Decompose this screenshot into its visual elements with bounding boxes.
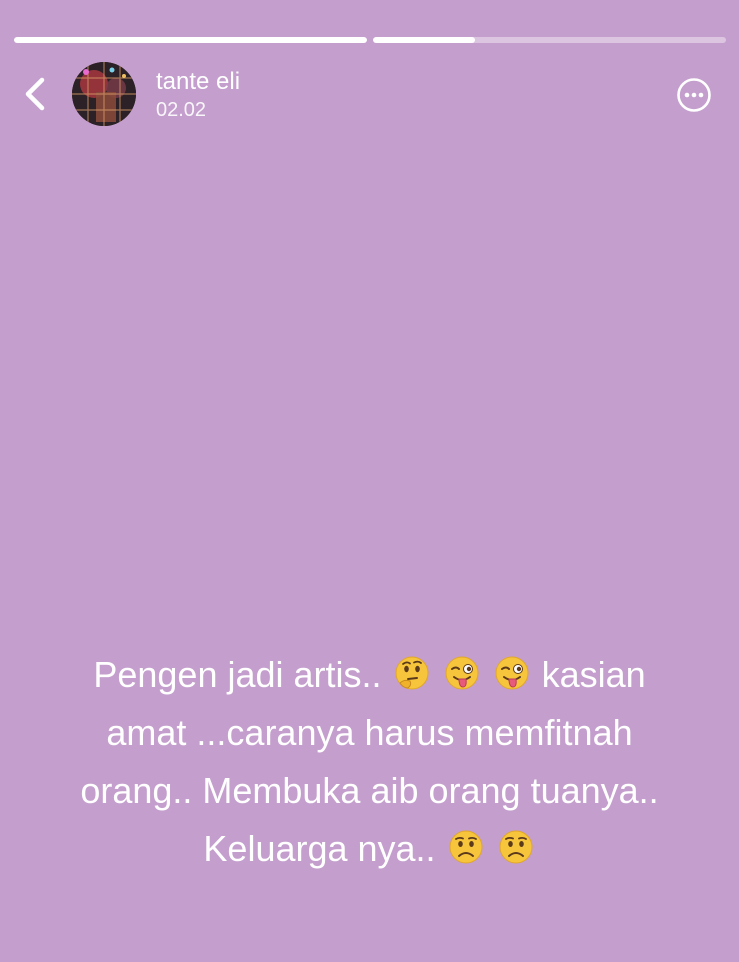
avatar-image xyxy=(72,62,136,126)
story-header: tante eli 02.02 xyxy=(0,60,739,130)
more-options-button[interactable] xyxy=(676,77,712,113)
avatar[interactable] xyxy=(72,62,136,126)
progress-fill-2 xyxy=(373,37,476,43)
caption-text: Keluarga nya.. xyxy=(203,828,446,869)
story-timestamp: 02.02 xyxy=(156,99,207,121)
caption-line-4: Keluarga nya.. xyxy=(30,820,709,878)
chevron-left-icon xyxy=(25,77,45,111)
progress-segment-2 xyxy=(373,37,726,43)
winking-tongue-face-icon xyxy=(495,656,529,690)
story-caption: Pengen jadi artis.. kasian amat ...caran… xyxy=(30,646,709,878)
winking-tongue-face-icon xyxy=(445,656,479,690)
caption-line-2: amat ...caranya harus memfitnah xyxy=(106,712,633,753)
more-horizontal-circle-icon xyxy=(677,78,711,112)
story-username[interactable]: tante eli xyxy=(156,68,240,96)
thinking-face-icon xyxy=(395,656,429,690)
caption-text: Pengen jadi artis.. xyxy=(93,654,392,695)
caption-text: kasian xyxy=(541,654,646,695)
worried-face-icon xyxy=(449,830,483,864)
progress-fill-1 xyxy=(14,37,367,43)
back-button[interactable] xyxy=(18,74,54,114)
caption-line-3: orang.. Membuka aib orang tuanya.. xyxy=(80,770,659,811)
worried-face-icon xyxy=(499,830,533,864)
progress-segment-1 xyxy=(14,37,367,43)
story-progress-bar xyxy=(14,37,726,43)
caption-line-1: Pengen jadi artis.. kasian xyxy=(30,646,709,704)
